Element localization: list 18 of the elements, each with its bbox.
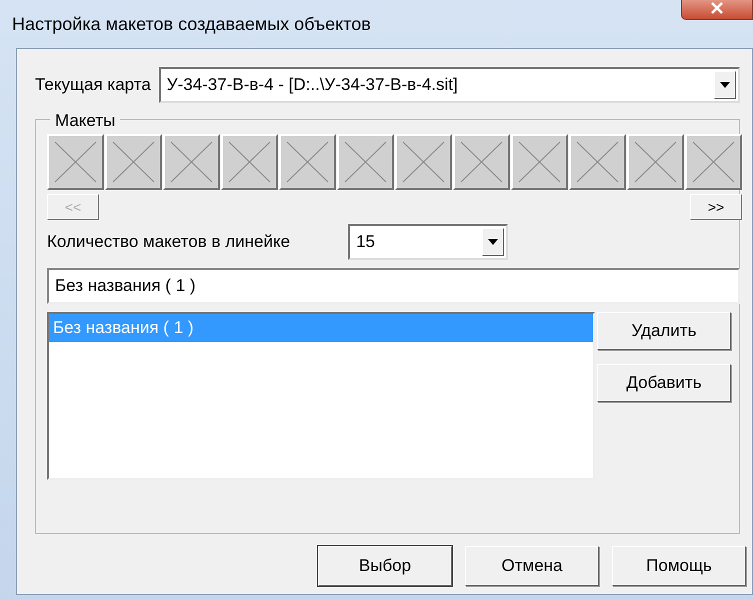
close-icon	[710, 2, 724, 14]
map-combobox[interactable]: У-34-37-В-в-4 - [D:..\У-34-37-В-в-4.sit]	[158, 67, 740, 103]
close-button[interactable]	[681, 0, 753, 20]
side-button[interactable]: Удалить	[597, 312, 731, 350]
dialog-button[interactable]: Отмена	[465, 546, 599, 586]
side-button[interactable]: Добавить	[597, 364, 731, 402]
count-label: Количество макетов в линейке	[47, 231, 290, 254]
dropdown-button[interactable]	[714, 71, 736, 99]
scroll-button[interactable]: >>	[690, 194, 742, 220]
map-label: Текущая карта	[35, 74, 151, 96]
dropdown-button[interactable]	[482, 228, 504, 256]
caret-icon	[720, 82, 730, 88]
dialog-button[interactable]: Помощь	[612, 546, 746, 586]
dialog-button[interactable]: Выбор	[318, 546, 452, 586]
count-combobox[interactable]: 15	[348, 224, 508, 260]
name-field[interactable]: Без названия ( 1 )	[47, 268, 740, 304]
caret-icon	[488, 239, 498, 245]
window-title: Настройка макетов создаваемых объектов	[12, 12, 371, 36]
